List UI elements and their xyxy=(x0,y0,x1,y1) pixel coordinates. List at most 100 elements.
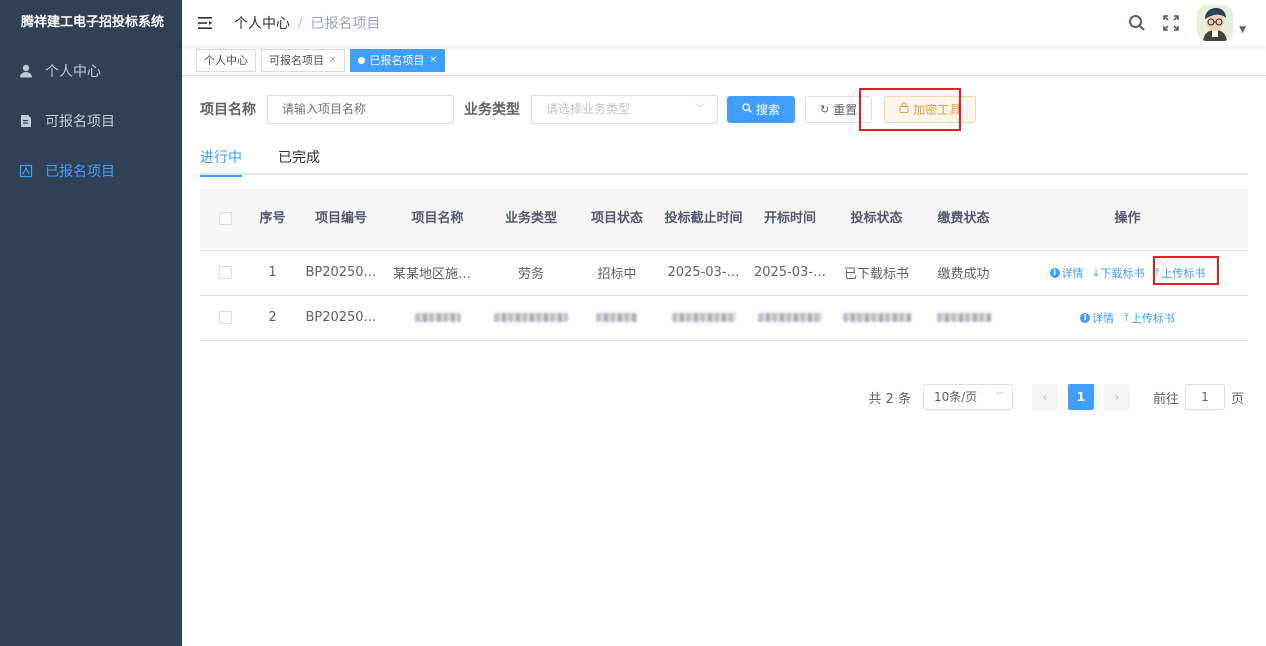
search-button[interactable]: 搜索 xyxy=(727,95,796,123)
cell-pay-status: 缴费成功 xyxy=(920,250,1007,296)
table-row: 1 BP20250… 某某地区施工… 劳务 招标中 2025-03-… 2025… xyxy=(200,250,1248,296)
goto-page-input[interactable] xyxy=(1184,384,1225,410)
detail-link[interactable]: i 详情 xyxy=(1080,310,1114,326)
redacted-text xyxy=(936,313,991,322)
chevron-down-icon: ﹀ xyxy=(994,392,1004,402)
hamburger-icon[interactable] xyxy=(198,16,212,30)
page-number-current[interactable]: 1 xyxy=(1067,384,1094,410)
cell-pay-status-redacted xyxy=(920,295,1007,341)
redacted-text xyxy=(494,313,568,322)
close-icon[interactable]: × xyxy=(329,50,337,71)
breadcrumb-root[interactable]: 个人中心 xyxy=(234,13,290,33)
detail-label: 详情 xyxy=(1092,312,1115,325)
info-icon: i xyxy=(1049,268,1060,278)
redacted-text xyxy=(596,313,638,322)
download-label: 下载标书 xyxy=(1100,267,1145,280)
page-unit: 页 xyxy=(1230,391,1244,407)
sidebar-item-registered-projects[interactable]: 已报名项目 xyxy=(0,146,182,196)
business-type-select[interactable]: 请选择业务类型 ﹀ xyxy=(531,94,718,124)
highlight-box-encrypt xyxy=(859,88,961,131)
detail-label: 详情 xyxy=(1061,267,1084,280)
document-icon xyxy=(19,114,33,128)
redacted-text xyxy=(671,313,736,322)
header-bid-status: 投标状态 xyxy=(833,189,920,251)
fullscreen-icon[interactable] xyxy=(1161,13,1181,33)
chevron-down-icon[interactable]: ▼ xyxy=(1239,25,1246,35)
row-checkbox[interactable] xyxy=(218,311,232,324)
cell-open-time: 2025-03-… xyxy=(747,250,833,296)
page-size-select[interactable]: 10条/页 ﹀ xyxy=(922,384,1013,410)
download-bid-link[interactable]: ⤓ 下载标书 xyxy=(1094,265,1145,281)
tag-personal-center[interactable]: 个人中心 xyxy=(196,49,256,72)
cell-deadline-redacted xyxy=(660,295,747,341)
tag-available-projects[interactable]: 可报名项目 × xyxy=(261,49,345,72)
project-name-label: 项目名称 xyxy=(200,102,256,118)
breadcrumb-separator: / xyxy=(298,15,303,31)
cell-code: BP20250… xyxy=(295,295,387,341)
app-title: 腾祥建工电子招投标系统 xyxy=(21,15,165,30)
select-all-cell xyxy=(200,189,250,251)
navbar: 个人中心 / 已报名项目 ▼ xyxy=(182,0,1266,46)
cell-name: 某某地区施工… xyxy=(387,250,488,296)
tab-in-progress[interactable]: 进行中 xyxy=(200,146,242,177)
cell-deadline: 2025-03-… xyxy=(660,250,747,296)
cell-bid-status-redacted xyxy=(833,295,920,341)
header-code: 项目编号 xyxy=(295,189,387,251)
table-header-row: 序号 项目编号 项目名称 业务类型 项目状态 投标截止时间 开标时间 投标状态 … xyxy=(200,189,1248,251)
select-all-checkbox[interactable] xyxy=(218,212,232,226)
list-icon xyxy=(19,164,33,178)
page-size-value: 10条/页 xyxy=(933,390,978,404)
user-icon xyxy=(19,64,33,78)
sidebar: 腾祥建工电子招投标系统 个人中心 可报名项目 已报名项目 xyxy=(0,0,182,646)
row-select-cell xyxy=(200,295,250,341)
cell-status: 招标中 xyxy=(574,250,660,296)
cell-open-time-redacted xyxy=(747,295,833,341)
business-type-label: 业务类型 xyxy=(464,102,520,118)
pagination: 共 2 条 10条/页 ﹀ ‹ 1 › 前往 页 xyxy=(868,384,1244,410)
search-icon xyxy=(742,102,752,116)
cell-bid-status: 已下载标书 xyxy=(833,250,920,296)
cell-status-redacted xyxy=(574,295,660,341)
avatar[interactable] xyxy=(1197,5,1234,41)
tab-completed[interactable]: 已完成 xyxy=(278,146,320,175)
breadcrumb: 个人中心 / 已报名项目 xyxy=(234,13,380,33)
header-deadline: 投标截止时间 xyxy=(660,189,747,251)
reset-button-label: 重置 xyxy=(833,102,858,117)
tag-label: 个人中心 xyxy=(204,54,248,67)
search-icon[interactable] xyxy=(1127,13,1147,33)
refresh-icon: ↻ xyxy=(820,102,830,116)
tags-view: 个人中心 可报名项目 × 已报名项目 × xyxy=(182,46,1266,76)
business-type-placeholder: 请选择业务类型 xyxy=(546,101,631,116)
row-checkbox[interactable] xyxy=(218,266,232,279)
table-row: 2 BP20250… i 详情 ⤒ 上传标书 xyxy=(200,295,1248,341)
detail-link[interactable]: i 详情 xyxy=(1049,265,1084,281)
cell-name-redacted xyxy=(387,295,488,341)
next-page-button[interactable]: › xyxy=(1103,384,1130,410)
sidebar-item-available-projects[interactable]: 可报名项目 xyxy=(0,96,182,146)
header-name: 项目名称 xyxy=(387,189,488,251)
header-actions: 操作 xyxy=(1007,189,1248,251)
close-icon[interactable]: × xyxy=(430,50,438,71)
cell-index: 2 xyxy=(250,295,295,341)
redacted-text xyxy=(414,313,461,322)
projects-table: 序号 项目编号 项目名称 业务类型 项目状态 投标截止时间 开标时间 投标状态 … xyxy=(200,189,1248,341)
breadcrumb-current: 已报名项目 xyxy=(310,16,381,32)
main-area: 个人中心 / 已报名项目 ▼ 个人中心 可报名项目 × 已报名项目 × 项目名称… xyxy=(182,0,1266,646)
redacted-text xyxy=(758,313,822,322)
header-status: 项目状态 xyxy=(574,189,660,251)
upload-label: 上传标书 xyxy=(1130,312,1175,325)
upload-bid-link[interactable]: ⤒ 上传标书 xyxy=(1124,310,1175,326)
info-icon: i xyxy=(1080,313,1091,323)
project-name-input[interactable] xyxy=(267,94,454,124)
upload-icon: ⤒ xyxy=(1124,311,1129,324)
row-select-cell xyxy=(200,250,250,296)
sidebar-item-personal-center[interactable]: 个人中心 xyxy=(0,46,182,96)
sidebar-item-label: 个人中心 xyxy=(45,64,101,80)
tag-label: 可报名项目 xyxy=(269,54,324,67)
tag-registered-projects[interactable]: 已报名项目 × xyxy=(349,49,446,72)
chevron-down-icon: ﹀ xyxy=(695,103,705,115)
prev-page-button[interactable]: ‹ xyxy=(1031,384,1058,410)
header-type: 业务类型 xyxy=(488,189,574,251)
download-icon: ⤓ xyxy=(1093,266,1099,279)
search-button-label: 搜索 xyxy=(756,102,781,117)
